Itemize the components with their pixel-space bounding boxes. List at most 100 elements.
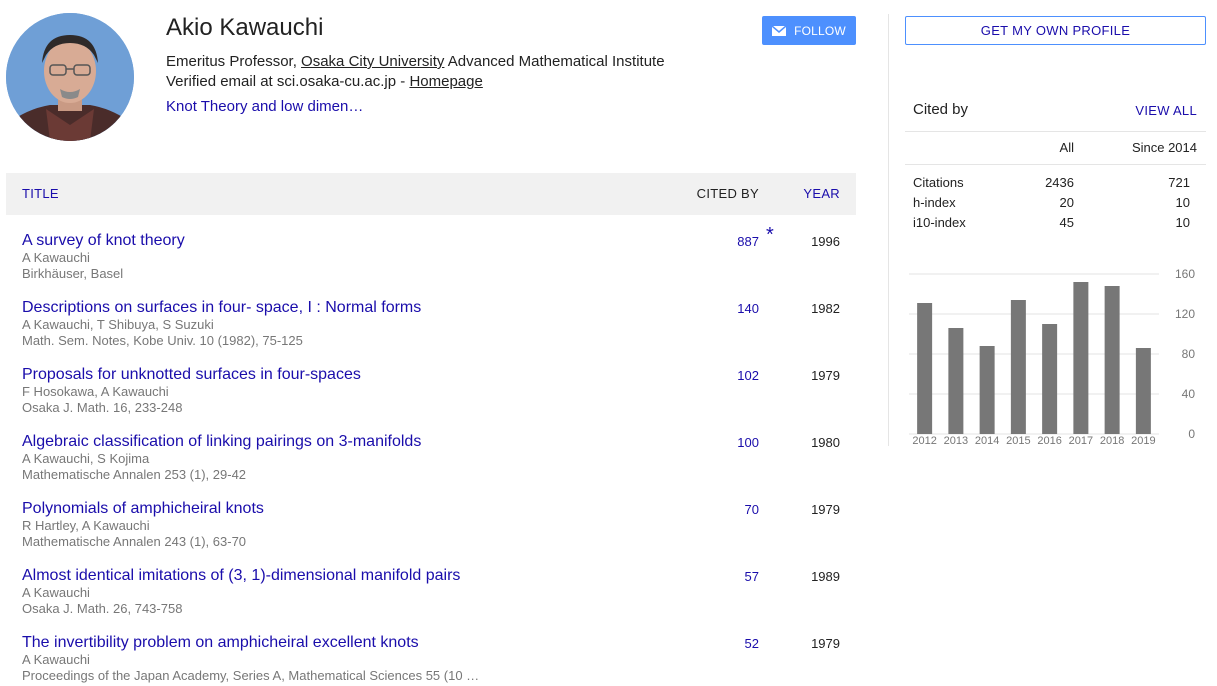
article-title-link[interactable]: Almost identical imitations of (3, 1)-di…	[22, 566, 460, 585]
citations-per-year-chart: 0 40 80 120 160 2012 2013 2014 2015 2016 2017 2018 2…	[905, 262, 1205, 452]
homepage-link[interactable]: Homepage	[409, 73, 482, 90]
cited-by-heading: Cited by	[913, 101, 969, 118]
article-venue: Proceedings of the Japan Academy, Series…	[22, 668, 480, 683]
chart-x-tick-label: 2019	[1131, 435, 1155, 447]
article-authors: R Hartley, A Kawauchi	[22, 518, 150, 533]
chart-bar-2013[interactable]	[948, 328, 964, 434]
table-row: Descriptions on surfaces in four- space,…	[6, 282, 856, 349]
table-row: Polynomials of amphicheiral knots R Hart…	[6, 483, 856, 550]
article-year: 1980	[811, 435, 840, 450]
chart-bar-2018[interactable]	[1104, 286, 1120, 434]
table-row: Proposals for unknotted surfaces in four…	[6, 349, 856, 416]
stat-all: 2436	[1045, 175, 1074, 190]
merged-citations-star[interactable]: *	[766, 224, 774, 247]
chart-y-tick-label: 0	[1188, 427, 1195, 441]
article-authors: A Kawauchi	[22, 585, 90, 600]
table-row: The invertibility problem on amphicheira…	[6, 617, 856, 684]
citations-chart-svg: 0 40 80 120 160 2012 2013 2014 2015 2016 2017 2018 2…	[909, 267, 1196, 447]
article-venue: Mathematische Annalen 243 (1), 63-70	[22, 534, 247, 549]
chart-x-tick-label: 2017	[1069, 435, 1093, 447]
stat-label: i10-index	[913, 215, 966, 230]
stat-all: 45	[1059, 215, 1074, 230]
article-authors: F Hosokawa, A Kawauchi	[22, 384, 169, 399]
article-authors: A Kawauchi	[22, 652, 90, 667]
article-year: 1979	[811, 502, 840, 517]
cited-by-count-link[interactable]: 52	[745, 636, 759, 651]
affiliation-link[interactable]: Osaka City University	[301, 53, 444, 70]
stat-row-citations: Citations 2436 721	[905, 175, 1206, 195]
chart-y-tick-label: 80	[1182, 347, 1196, 361]
article-title-link[interactable]: Descriptions on surfaces in four- space,…	[22, 298, 421, 317]
chart-bar-2019[interactable]	[1135, 348, 1151, 434]
stat-since: 10	[1175, 215, 1190, 230]
stat-since: 10	[1175, 195, 1190, 210]
article-venue: Birkhäuser, Basel	[22, 266, 124, 281]
article-year: 1982	[811, 301, 840, 316]
affiliation-suffix: Advanced Mathematical Institute	[444, 53, 665, 70]
email-text: Verified email at sci.osaka-cu.ac.jp -	[166, 73, 410, 90]
scholar-profile-page: Akio Kawauchi Emeritus Professor, Osaka …	[0, 0, 1217, 686]
cited-by-count-link[interactable]: 887	[737, 234, 759, 249]
article-title-link[interactable]: A survey of knot theory	[22, 231, 185, 250]
article-year: 1979	[811, 368, 840, 383]
cited-by-count-link[interactable]: 57	[745, 569, 759, 584]
view-all-link[interactable]: VIEW ALL	[1135, 103, 1197, 118]
chart-x-tick-label: 2013	[944, 435, 968, 447]
table-row: Almost identical imitations of (3, 1)-di…	[6, 550, 856, 617]
profile-name: Akio Kawauchi	[166, 14, 324, 41]
article-authors: A Kawauchi	[22, 250, 90, 265]
article-authors: A Kawauchi, T Shibuya, S Suzuki	[22, 317, 214, 332]
stat-row-i10-index: i10-index 45 10	[905, 215, 1206, 235]
get-my-own-profile-button[interactable]: GET MY OWN PROFILE	[905, 16, 1206, 45]
sort-by-cited[interactable]: CITED BY	[697, 186, 759, 201]
chart-bar-2017[interactable]	[1073, 282, 1089, 434]
chart-bar-2015[interactable]	[1010, 300, 1026, 434]
cited-by-count-link[interactable]: 100	[737, 435, 759, 450]
profile-avatar	[6, 13, 134, 141]
stats-column-all: All	[1059, 140, 1074, 155]
article-venue: Math. Sem. Notes, Kobe Univ. 10 (1982), …	[22, 333, 303, 348]
cited-by-count-link[interactable]: 102	[737, 368, 759, 383]
stat-all: 20	[1059, 195, 1074, 210]
cited-by-count-link[interactable]: 140	[737, 301, 759, 316]
article-title-link[interactable]: The invertibility problem on amphicheira…	[22, 633, 419, 652]
stat-row-h-index: h-index 20 10	[905, 195, 1206, 215]
article-venue: Mathematische Annalen 253 (1), 29-42	[22, 467, 247, 482]
article-year: 1979	[811, 636, 840, 651]
stats-column-since: Since 2014	[1131, 140, 1197, 155]
article-venue: Osaka J. Math. 26, 743-758	[22, 601, 183, 616]
article-title-link[interactable]: Polynomials of amphicheiral knots	[22, 499, 264, 518]
chart-x-tick-label: 2016	[1037, 435, 1061, 447]
affiliation-prefix: Emeritus Professor,	[166, 53, 302, 70]
chart-x-tick-label: 2015	[1006, 435, 1030, 447]
article-title-link[interactable]: Algebraic classification of linking pair…	[22, 432, 421, 451]
chart-y-tick-label: 160	[1175, 267, 1195, 281]
chart-bar-2016[interactable]	[1042, 324, 1058, 434]
stat-label: Citations	[913, 175, 964, 190]
articles-list: A survey of knot theory A Kawauchi Birkh…	[6, 215, 856, 684]
chart-y-tick-label: 40	[1182, 387, 1196, 401]
sort-by-year[interactable]: YEAR	[803, 186, 840, 201]
table-row: A survey of knot theory A Kawauchi Birkh…	[6, 215, 856, 282]
chart-y-tick-label: 120	[1175, 307, 1195, 321]
column-divider	[888, 14, 889, 446]
article-venue: Osaka J. Math. 16, 233-248	[22, 400, 183, 415]
profile-email: Verified email at sci.osaka-cu.ac.jp - H…	[166, 73, 483, 91]
chart-bar-2014[interactable]	[979, 346, 995, 434]
follow-label: FOLLOW	[794, 23, 846, 38]
follow-button[interactable]: FOLLOW	[762, 16, 856, 45]
table-row: Algebraic classification of linking pair…	[6, 416, 856, 483]
cited-by-count-link[interactable]: 70	[745, 502, 759, 517]
stats-divider	[905, 164, 1206, 165]
stat-since: 721	[1168, 175, 1190, 190]
sort-by-title[interactable]: TITLE	[22, 186, 59, 201]
chart-bar-2012[interactable]	[917, 303, 933, 434]
article-authors: A Kawauchi, S Kojima	[22, 451, 150, 466]
stat-label: h-index	[913, 195, 956, 210]
article-year: 1996	[811, 234, 840, 249]
research-interest-link[interactable]: Knot Theory and low dimen…	[166, 98, 363, 116]
stats-divider	[905, 131, 1206, 132]
article-title-link[interactable]: Proposals for unknotted surfaces in four…	[22, 365, 361, 384]
articles-table-header: TITLE CITED BY YEAR	[6, 173, 856, 215]
mail-icon	[772, 25, 787, 36]
